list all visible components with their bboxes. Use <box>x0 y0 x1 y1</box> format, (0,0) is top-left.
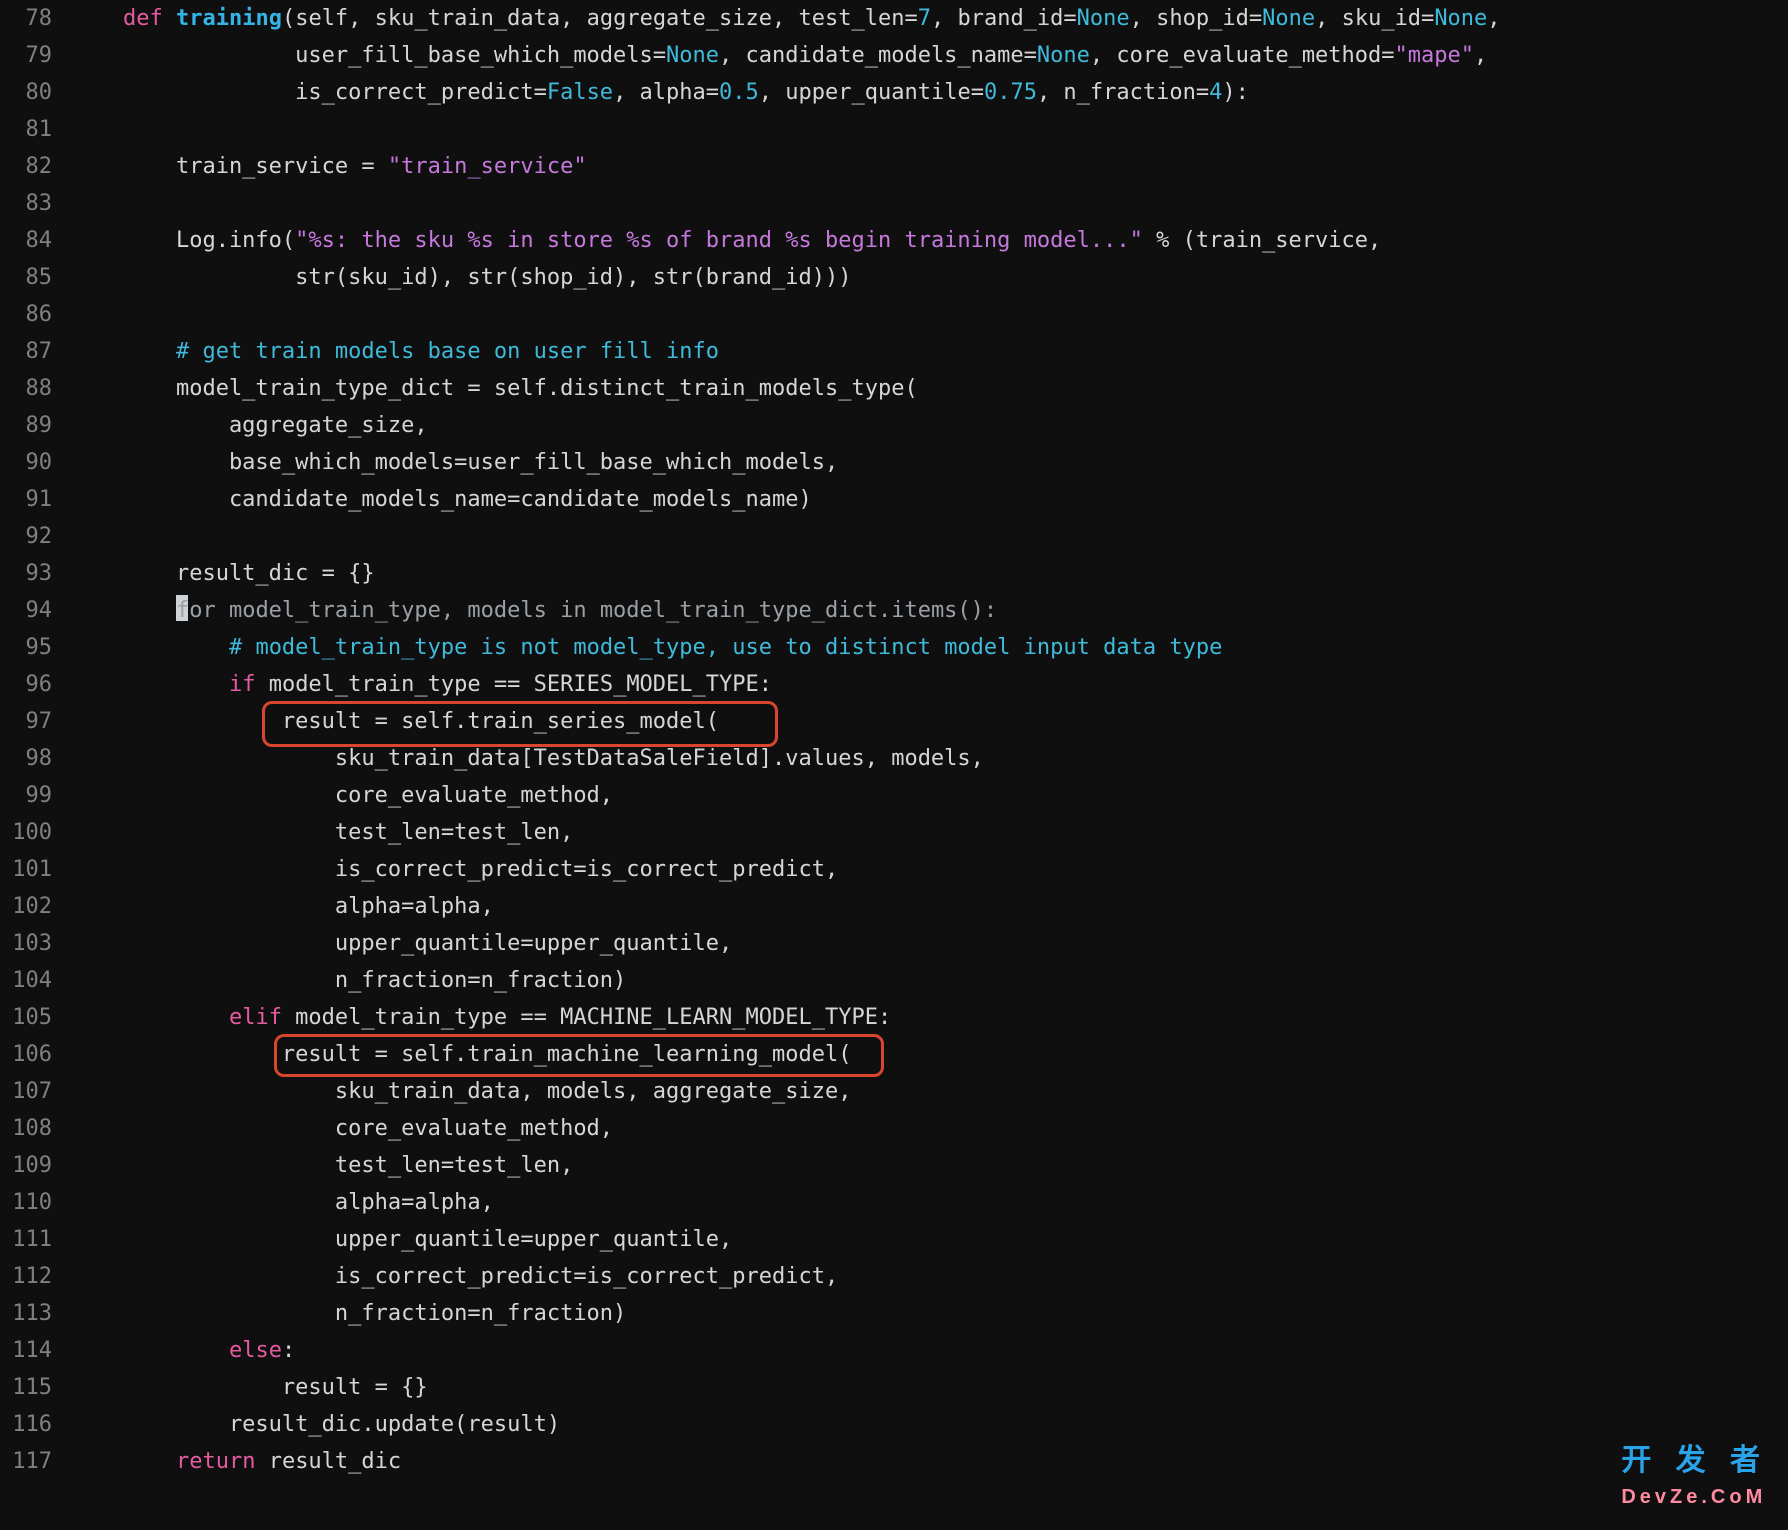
line-number: 98 <box>0 740 58 777</box>
code-line[interactable] <box>70 518 1501 555</box>
code-line[interactable]: result = self.train_series_model( <box>70 703 1501 740</box>
line-number: 108 <box>0 1110 58 1147</box>
line-number: 102 <box>0 888 58 925</box>
line-number: 92 <box>0 518 58 555</box>
code-editor[interactable]: 7879808182838485868788899091929394959697… <box>0 0 1788 1530</box>
watermark-bottom: DevZe.CoM <box>1621 1479 1768 1516</box>
code-line[interactable]: upper_quantile=upper_quantile, <box>70 925 1501 962</box>
code-line[interactable]: model_train_type_dict = self.distinct_tr… <box>70 370 1501 407</box>
code-line[interactable]: sku_train_data[TestDataSaleField].values… <box>70 740 1501 777</box>
line-number: 82 <box>0 148 58 185</box>
watermark: 开 发 者 DevZe.CoM <box>1621 1442 1768 1516</box>
code-line[interactable]: else: <box>70 1332 1501 1369</box>
code-line[interactable]: if model_train_type == SERIES_MODEL_TYPE… <box>70 666 1501 703</box>
line-number: 107 <box>0 1073 58 1110</box>
line-number-gutter: 7879808182838485868788899091929394959697… <box>0 0 58 1480</box>
line-number: 86 <box>0 296 58 333</box>
watermark-top: 开 发 者 <box>1621 1442 1768 1479</box>
code-line[interactable]: is_correct_predict=is_correct_predict, <box>70 1258 1501 1295</box>
line-number: 109 <box>0 1147 58 1184</box>
line-number: 115 <box>0 1369 58 1406</box>
code-line[interactable]: train_service = "train_service" <box>70 148 1501 185</box>
line-number: 112 <box>0 1258 58 1295</box>
code-line[interactable]: user_fill_base_which_models=None, candid… <box>70 37 1501 74</box>
line-number: 99 <box>0 777 58 814</box>
code-line[interactable]: n_fraction=n_fraction) <box>70 962 1501 999</box>
code-line[interactable] <box>70 296 1501 333</box>
code-line[interactable]: result = {} <box>70 1369 1501 1406</box>
code-line[interactable]: def training(self, sku_train_data, aggre… <box>70 0 1501 37</box>
line-number: 83 <box>0 185 58 222</box>
line-number: 114 <box>0 1332 58 1369</box>
code-line[interactable]: is_correct_predict=is_correct_predict, <box>70 851 1501 888</box>
code-line[interactable]: Log.info("%s: the sku %s in store %s of … <box>70 222 1501 259</box>
code-line[interactable]: # get train models base on user fill inf… <box>70 333 1501 370</box>
line-number: 91 <box>0 481 58 518</box>
line-number: 105 <box>0 999 58 1036</box>
line-number: 93 <box>0 555 58 592</box>
code-line[interactable]: alpha=alpha, <box>70 1184 1501 1221</box>
code-line[interactable]: candidate_models_name=candidate_models_n… <box>70 481 1501 518</box>
code-line[interactable]: for model_train_type, models in model_tr… <box>70 592 1501 629</box>
code-line[interactable]: result_dic.update(result) <box>70 1406 1501 1443</box>
line-number: 97 <box>0 703 58 740</box>
line-number: 84 <box>0 222 58 259</box>
code-line[interactable]: test_len=test_len, <box>70 814 1501 851</box>
code-line[interactable]: base_which_models=user_fill_base_which_m… <box>70 444 1501 481</box>
code-line[interactable]: result = self.train_machine_learning_mod… <box>70 1036 1501 1073</box>
code-line[interactable]: core_evaluate_method, <box>70 1110 1501 1147</box>
code-line[interactable] <box>70 111 1501 148</box>
code-line[interactable]: n_fraction=n_fraction) <box>70 1295 1501 1332</box>
line-number: 81 <box>0 111 58 148</box>
code-line[interactable]: return result_dic <box>70 1443 1501 1480</box>
code-line[interactable]: upper_quantile=upper_quantile, <box>70 1221 1501 1258</box>
code-line[interactable]: elif model_train_type == MACHINE_LEARN_M… <box>70 999 1501 1036</box>
line-number: 100 <box>0 814 58 851</box>
code-line[interactable] <box>70 185 1501 222</box>
code-line[interactable]: alpha=alpha, <box>70 888 1501 925</box>
code-area[interactable]: def training(self, sku_train_data, aggre… <box>70 0 1501 1480</box>
code-line[interactable]: str(sku_id), str(shop_id), str(brand_id)… <box>70 259 1501 296</box>
code-line[interactable]: core_evaluate_method, <box>70 777 1501 814</box>
line-number: 103 <box>0 925 58 962</box>
line-number: 79 <box>0 37 58 74</box>
line-number: 116 <box>0 1406 58 1443</box>
line-number: 89 <box>0 407 58 444</box>
line-number: 101 <box>0 851 58 888</box>
line-number: 113 <box>0 1295 58 1332</box>
code-line[interactable]: aggregate_size, <box>70 407 1501 444</box>
line-number: 85 <box>0 259 58 296</box>
line-number: 117 <box>0 1443 58 1480</box>
line-number: 87 <box>0 333 58 370</box>
code-line[interactable]: result_dic = {} <box>70 555 1501 592</box>
line-number: 80 <box>0 74 58 111</box>
line-number: 88 <box>0 370 58 407</box>
code-line[interactable]: is_correct_predict=False, alpha=0.5, upp… <box>70 74 1501 111</box>
line-number: 90 <box>0 444 58 481</box>
line-number: 78 <box>0 0 58 37</box>
line-number: 106 <box>0 1036 58 1073</box>
code-line[interactable]: # model_train_type is not model_type, us… <box>70 629 1501 666</box>
code-line[interactable]: sku_train_data, models, aggregate_size, <box>70 1073 1501 1110</box>
line-number: 110 <box>0 1184 58 1221</box>
code-line[interactable]: test_len=test_len, <box>70 1147 1501 1184</box>
line-number: 111 <box>0 1221 58 1258</box>
line-number: 95 <box>0 629 58 666</box>
line-number: 96 <box>0 666 58 703</box>
line-number: 94 <box>0 592 58 629</box>
line-number: 104 <box>0 962 58 999</box>
